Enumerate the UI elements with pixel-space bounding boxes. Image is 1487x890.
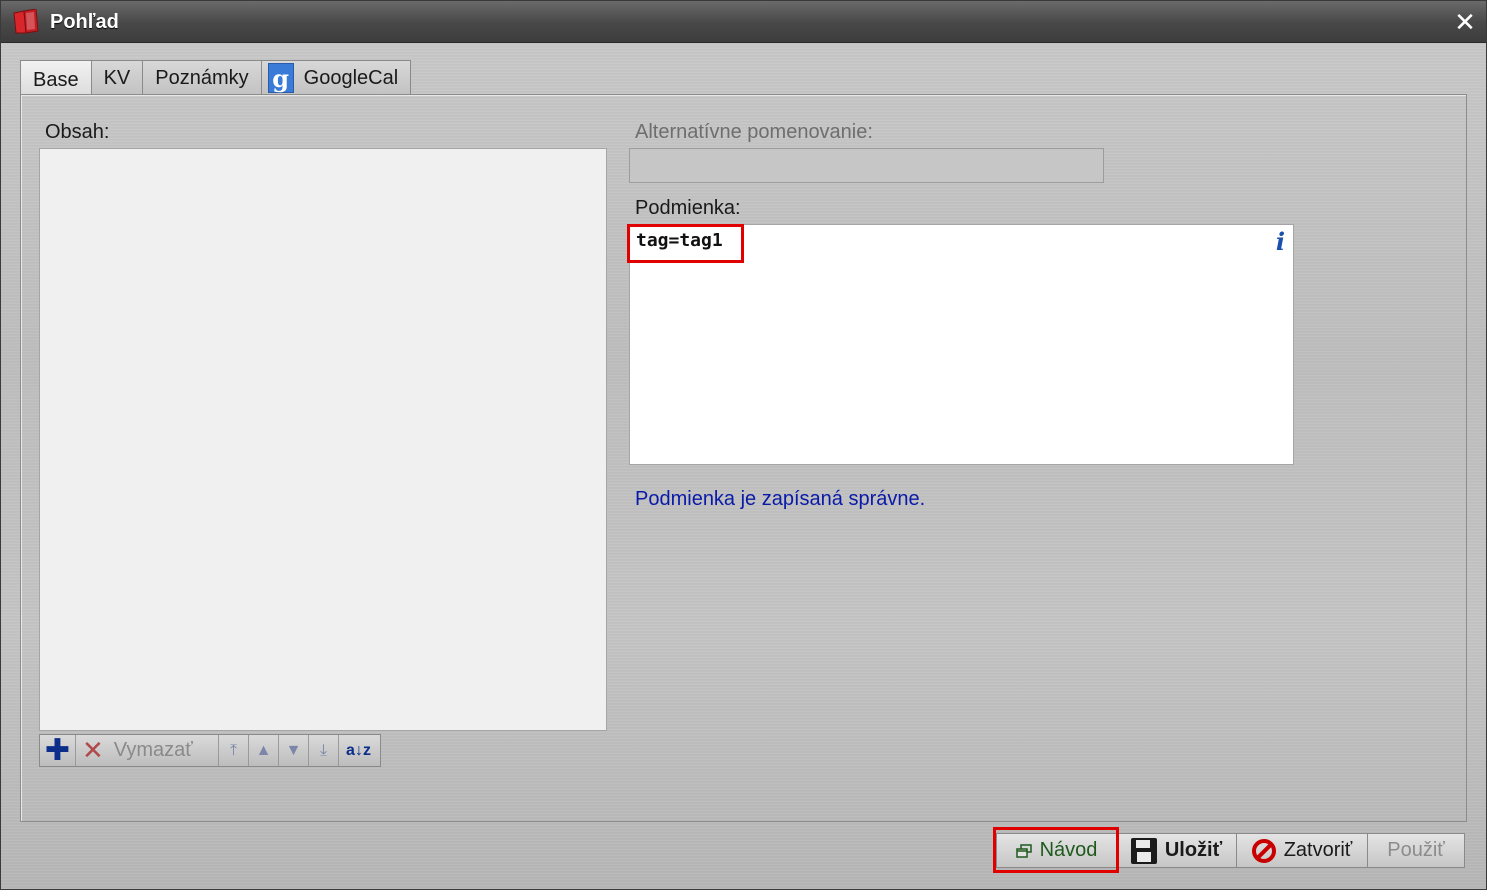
- prohibited-icon: [1251, 838, 1276, 863]
- content-list[interactable]: [39, 148, 607, 731]
- close-label: Zatvoriť: [1283, 839, 1353, 861]
- window-title: Pohľad: [50, 11, 119, 33]
- alt-name-label: Alternatívne pomenovanie:: [635, 121, 873, 143]
- google-g-icon: g: [267, 63, 294, 93]
- delete-button[interactable]: ✕ Vymazať: [76, 735, 219, 766]
- app-book-icon: [13, 9, 39, 34]
- condition-label: Podmienka:: [635, 197, 741, 219]
- tab-googlecal[interactable]: g GoogleCal: [261, 60, 412, 95]
- move-down-button[interactable]: ▼: [279, 735, 309, 766]
- tab-base[interactable]: Base: [20, 60, 92, 96]
- move-top-button[interactable]: ⤒: [219, 735, 249, 766]
- tab-kv[interactable]: KV: [91, 60, 144, 95]
- move-up-button[interactable]: ▲: [249, 735, 279, 766]
- sort-button[interactable]: a↓z: [339, 735, 378, 766]
- close-icon[interactable]: ✕: [1452, 9, 1478, 35]
- obsah-label: Obsah:: [45, 121, 110, 143]
- alt-name-field: [629, 148, 1104, 183]
- delete-label: Vymazať: [113, 739, 193, 761]
- arrow-up-icon: ▲: [255, 741, 272, 759]
- move-top-icon: ⤒: [229, 741, 238, 759]
- arrow-down-icon: ▼: [285, 741, 302, 759]
- external-window-icon: [1015, 843, 1032, 858]
- apply-label: Použiť: [1387, 839, 1445, 861]
- title-bar: Pohľad ✕: [1, 1, 1486, 43]
- tab-label: KV: [103, 66, 131, 89]
- dialog-window: Pohľad ✕ Base KV Poznámky g GoogleCal Ob…: [0, 0, 1487, 890]
- apply-button[interactable]: Použiť: [1368, 833, 1465, 868]
- move-bottom-button[interactable]: ⤓: [309, 735, 339, 766]
- floppy-disk-icon: [1130, 837, 1157, 864]
- add-button[interactable]: ✚: [40, 734, 76, 767]
- close-button[interactable]: Zatvoriť: [1237, 833, 1368, 868]
- info-icon[interactable]: i: [1276, 227, 1285, 256]
- delete-x-icon: ✕: [82, 735, 104, 765]
- condition-editor[interactable]: tag=tag1 i: [629, 224, 1294, 465]
- condition-text: tag=tag1: [636, 230, 723, 251]
- tab-label: GoogleCal: [303, 66, 399, 89]
- tab-label: Poznámky: [155, 66, 249, 89]
- tab-bar: Base KV Poznámky g GoogleCal: [20, 60, 412, 96]
- plus-icon: ✚: [44, 734, 71, 767]
- save-button[interactable]: Uložiť: [1117, 833, 1237, 868]
- navod-button[interactable]: Návod: [996, 833, 1117, 868]
- move-bottom-icon: ⤓: [319, 741, 328, 759]
- tab-label: Base: [33, 69, 79, 91]
- tab-poznamky[interactable]: Poznámky: [143, 60, 262, 95]
- navod-label: Návod: [1039, 839, 1098, 861]
- list-toolbar: ✚ ✕ Vymazať ⤒ ▲ ▼ ⤓ a↓z: [39, 734, 381, 767]
- save-label: Uložiť: [1164, 839, 1223, 861]
- sort-az-icon: a↓z: [346, 741, 371, 759]
- condition-status: Podmienka je zapísaná správne.: [635, 488, 926, 510]
- dialog-button-bar: Návod Uložiť Zatvoriť Použiť: [996, 833, 1465, 868]
